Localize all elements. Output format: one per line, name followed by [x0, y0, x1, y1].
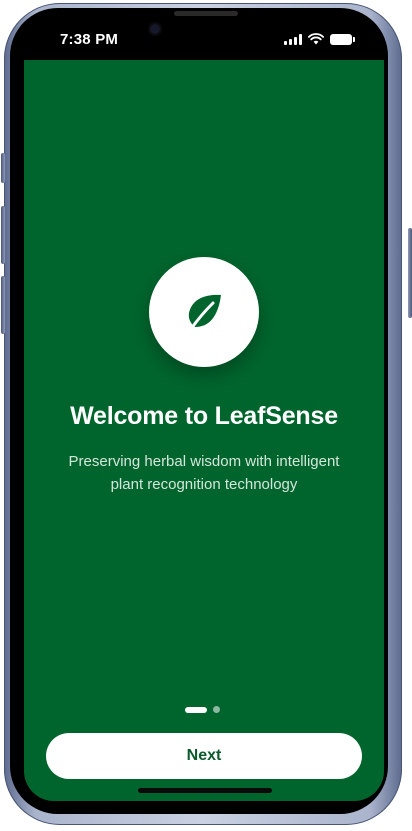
home-indicator[interactable]: [138, 788, 272, 793]
volume-down-button: [1, 276, 5, 334]
silent-switch: [1, 153, 5, 183]
page-indicator: [185, 706, 220, 713]
next-button[interactable]: Next: [46, 733, 362, 779]
page-dot-inactive[interactable]: [213, 706, 220, 713]
wifi-icon: [308, 33, 324, 45]
volume-up-button: [1, 206, 5, 264]
status-icons: [284, 33, 355, 45]
front-camera-icon: [150, 24, 160, 34]
page-dot-active[interactable]: [185, 706, 207, 713]
app-logo: [149, 257, 259, 367]
phone-mockup: 7:38 PM Welcome to LeafSense Preserving …: [0, 0, 412, 831]
power-button: [408, 228, 412, 318]
welcome-subtitle: Preserving herbal wisdom with intelligen…: [68, 453, 340, 493]
onboarding-screen: Welcome to LeafSense Preserving herbal w…: [24, 60, 384, 801]
leaf-icon: [188, 294, 221, 331]
signal-icon: [284, 33, 302, 45]
earpiece-speaker: [174, 11, 238, 16]
welcome-title: Welcome to LeafSense: [70, 402, 338, 430]
status-time: 7:38 PM: [60, 31, 119, 48]
battery-icon: [330, 33, 355, 45]
